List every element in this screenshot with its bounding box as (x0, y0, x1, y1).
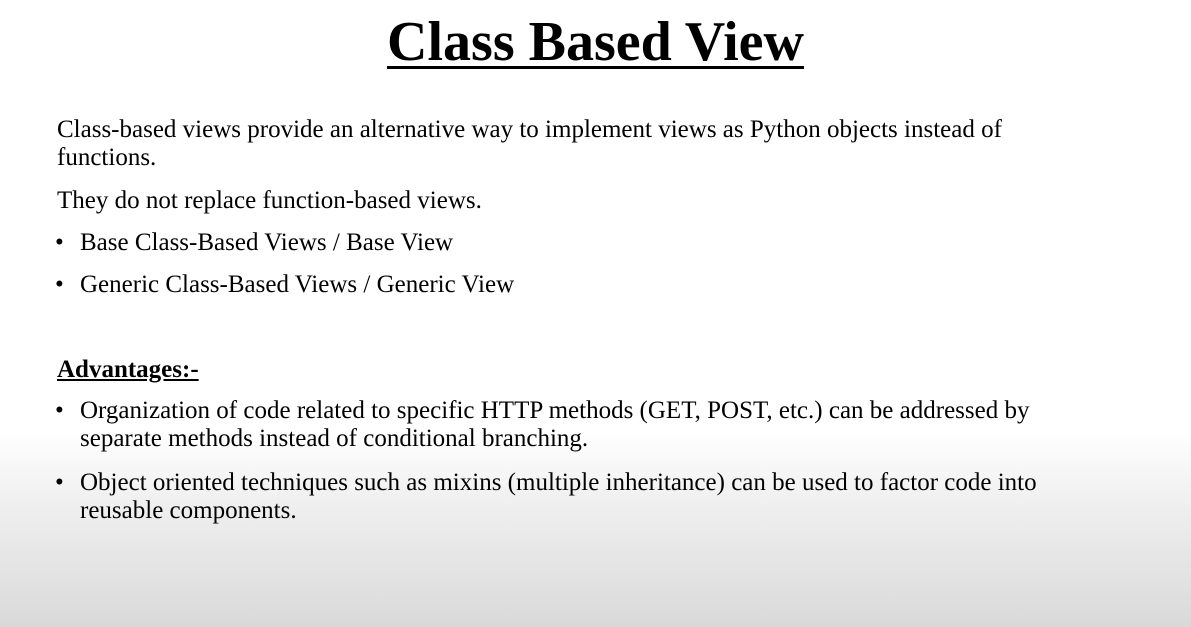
advantage-2-line-1: Object oriented techniques such as mixin… (80, 469, 1037, 496)
bullet-icon: • (55, 229, 64, 256)
type-item-generic: Generic Class-Based Views / Generic View (80, 271, 515, 298)
advantage-1-line-2: separate methods instead of conditional … (80, 425, 589, 452)
intro-second: They do not replace function-based views… (57, 187, 482, 214)
advantage-2-line-2: reusable components. (80, 497, 297, 524)
type-item-base: Base Class-Based Views / Base View (80, 229, 454, 256)
advantages-heading: Advantages:- (57, 356, 199, 383)
bullet-icon: • (55, 271, 64, 298)
intro-line-2: functions. (57, 144, 157, 171)
bullet-icon: • (55, 469, 64, 496)
advantage-1-line-1: Organization of code related to specific… (80, 397, 1030, 424)
bullet-icon: • (55, 397, 64, 424)
slide-title: Class Based View (387, 11, 804, 73)
intro-line-1: Class-based views provide an alternative… (57, 116, 1002, 143)
